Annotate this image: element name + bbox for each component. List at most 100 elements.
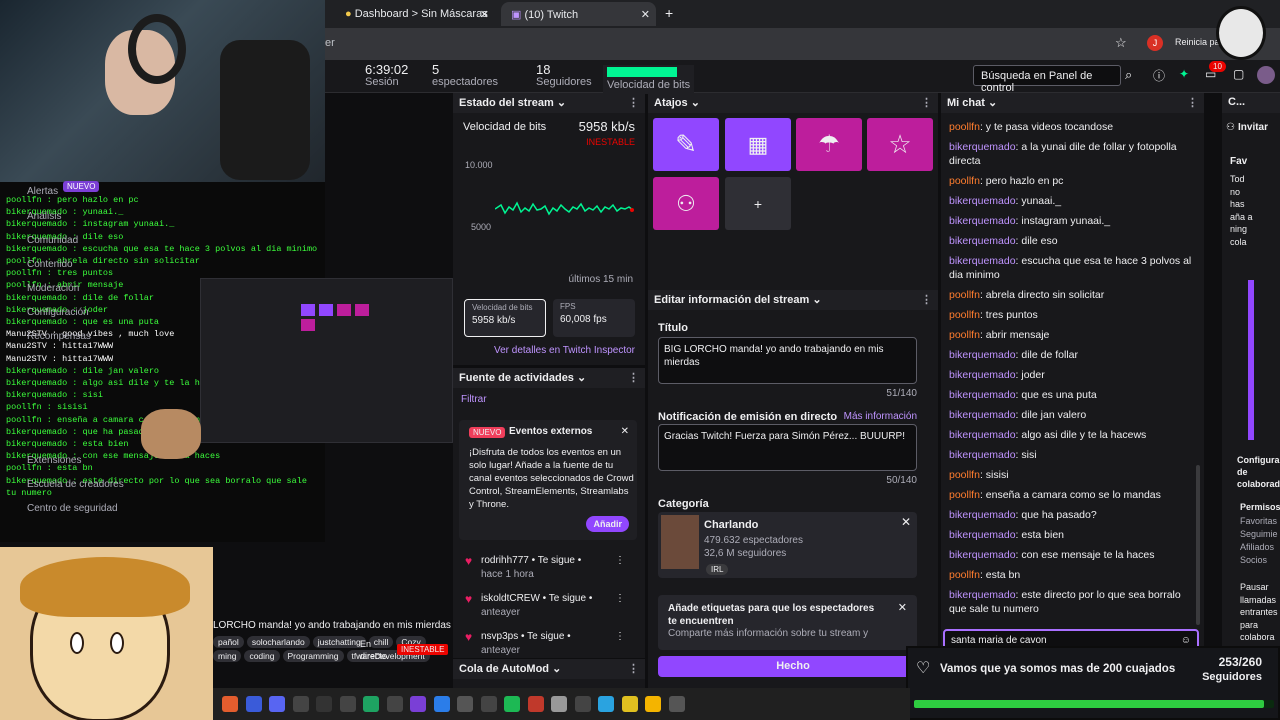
webcam-overlay (0, 0, 325, 182)
done-button[interactable]: Hecho (658, 656, 928, 677)
taskbar-app-icon[interactable] (668, 696, 685, 712)
taskbar-app-icon[interactable] (410, 696, 426, 712)
chevron-down-icon[interactable]: ⌄ (552, 663, 561, 675)
close-icon[interactable]: ✕ (641, 8, 650, 21)
filter-link[interactable]: Filtrar (461, 394, 487, 405)
address-bar[interactable]: er ☆ J Reinicia pa (325, 28, 1280, 60)
tab-dashboard[interactable]: ● Dashboard > Sin Máscaras ✕ (335, 2, 495, 26)
chat-username[interactable]: bikerquemado (949, 389, 1016, 401)
chat-username[interactable]: bikerquemado (949, 529, 1016, 541)
taskbar-app-icon[interactable] (386, 696, 403, 712)
chat-username[interactable]: bikerquemado (949, 429, 1016, 441)
taskbar-app-icon[interactable] (222, 696, 238, 712)
taskbar-app-icon[interactable] (527, 696, 544, 712)
chat-username[interactable]: poollfn (949, 489, 980, 501)
search-input[interactable]: Búsqueda en Panel de control (973, 65, 1121, 94)
chevron-down-icon[interactable]: ⌄ (691, 97, 700, 109)
sparkle-icon[interactable]: ✦ (1179, 67, 1189, 81)
taskbar-app-icon[interactable] (433, 696, 450, 712)
taskbar-app-icon[interactable] (645, 696, 661, 712)
add-button[interactable]: Añadir (586, 516, 629, 532)
chat-username[interactable]: bikerquemado (949, 255, 1016, 267)
more-icon[interactable]: ⋮ (628, 96, 639, 109)
chat-username[interactable]: bikerquemado (949, 549, 1016, 561)
close-icon[interactable]: ✕ (480, 8, 489, 21)
viewers-value: 5 (432, 62, 440, 77)
taskbar-app-icon[interactable] (480, 696, 497, 712)
taskbar-app-icon[interactable] (245, 696, 262, 712)
user-avatar[interactable] (1257, 66, 1275, 84)
pencil-icon: ✎ (675, 129, 697, 159)
close-icon[interactable]: ✕ (901, 515, 911, 529)
taskbar-app-icon[interactable] (551, 696, 567, 712)
taskbar-app-icon[interactable] (621, 696, 638, 712)
more-icon[interactable]: ⋮ (1187, 96, 1198, 109)
chat-username[interactable]: bikerquemado (949, 215, 1016, 227)
chat-username[interactable]: bikerquemado (949, 589, 1016, 601)
chat-username[interactable]: bikerquemado (949, 195, 1016, 207)
chevron-down-icon[interactable]: ⌄ (557, 97, 566, 109)
more-icon[interactable]: ⋮ (628, 662, 639, 675)
more-icon[interactable]: ⋮ (921, 96, 932, 109)
star-icon[interactable]: ☆ (1115, 35, 1127, 51)
chat-text: : esta bn (979, 569, 1021, 581)
overlay-sidebar-item: Moderación (27, 283, 80, 294)
taskbar-app-icon[interactable] (457, 696, 473, 712)
taskbar-app-icon[interactable] (363, 696, 379, 712)
taskbar-app-icon[interactable] (339, 696, 356, 712)
search-icon[interactable]: ⌕ (1125, 67, 1132, 83)
inspector-link[interactable]: Ver detalles en Twitch Inspector (494, 345, 635, 356)
highlight-shortcut-button[interactable]: ☆ (867, 118, 933, 171)
chat-username[interactable]: bikerquemado (949, 449, 1016, 461)
more-info-link[interactable]: Más información (844, 411, 917, 422)
more-icon[interactable]: ⋮ (615, 554, 625, 568)
category-card[interactable]: Charlando 479.632 espectadores 32,6 M se… (658, 512, 917, 578)
help-icon[interactable]: ⓘ (1153, 67, 1165, 84)
more-icon[interactable]: ⋮ (628, 371, 639, 384)
notification-field[interactable]: Gracias Twitch! Fuerza para Simón Pérez.… (658, 424, 917, 471)
taskbar-app-icon[interactable] (292, 696, 309, 712)
taskbar-app-icon[interactable] (574, 696, 591, 712)
title-field[interactable]: BIG LORCHO manda! yo ando trabajando en … (658, 337, 917, 384)
chevron-down-icon[interactable]: ⌄ (577, 372, 586, 384)
chevron-down-icon[interactable]: ⌄ (812, 294, 821, 306)
taskbar-app-icon[interactable] (598, 696, 614, 712)
chat-username[interactable]: poollfn (949, 469, 980, 481)
taskbar-app-icon[interactable] (504, 696, 520, 712)
new-tab-icon[interactable]: + (665, 5, 673, 21)
tab-twitch[interactable]: ▣ (10) Twitch ✕ (501, 2, 656, 26)
chat-username[interactable]: poollfn (949, 329, 980, 341)
add-shortcut-button[interactable]: + (725, 177, 791, 230)
chat-username[interactable]: bikerquemado (949, 235, 1016, 247)
avatar[interactable]: J (1147, 35, 1163, 51)
chat-username[interactable]: bikerquemado (949, 509, 1016, 521)
chat-username[interactable]: poollfn (949, 569, 980, 581)
bitrate-card[interactable]: Velocidad de bits 5958 kb/s (464, 299, 546, 337)
fps-card[interactable]: FPS 60,008 fps (553, 299, 635, 337)
chat-username[interactable]: poollfn (949, 121, 980, 133)
chat-username[interactable]: poollfn (949, 175, 980, 187)
emote-icon[interactable]: ☺ (1181, 635, 1191, 646)
more-icon[interactable]: ⋮ (615, 630, 625, 644)
raid-shortcut-button[interactable]: ⚇ (653, 177, 719, 230)
chat-username[interactable]: poollfn (949, 309, 980, 321)
chat-icon[interactable]: ▢ (1233, 67, 1244, 81)
close-icon[interactable]: ✕ (898, 601, 907, 614)
clip-shortcut-button[interactable]: ▦ (725, 118, 791, 171)
more-icon[interactable]: ⋮ (921, 293, 932, 306)
drop-shortcut-button[interactable]: ☂ (796, 118, 862, 171)
chat-username[interactable]: bikerquemado (949, 409, 1016, 421)
invite-button[interactable]: Invitar (1238, 122, 1268, 133)
chevron-down-icon[interactable]: ⌄ (988, 97, 997, 109)
chat-username[interactable]: bikerquemado (949, 349, 1016, 361)
more-icon[interactable]: ⋮ (615, 592, 625, 606)
gaming-chair (220, 40, 310, 180)
taskbar-app-icon[interactable] (316, 696, 332, 712)
close-icon[interactable]: ✕ (621, 426, 629, 437)
edit-shortcut-button[interactable]: ✎ (653, 118, 719, 171)
chat-username[interactable]: bikerquemado (949, 369, 1016, 381)
taskbar-app-icon[interactable] (269, 696, 285, 712)
chat-scrollbar[interactable] (1196, 465, 1200, 625)
chat-username[interactable]: poollfn (949, 289, 980, 301)
chat-username[interactable]: bikerquemado (949, 141, 1016, 153)
